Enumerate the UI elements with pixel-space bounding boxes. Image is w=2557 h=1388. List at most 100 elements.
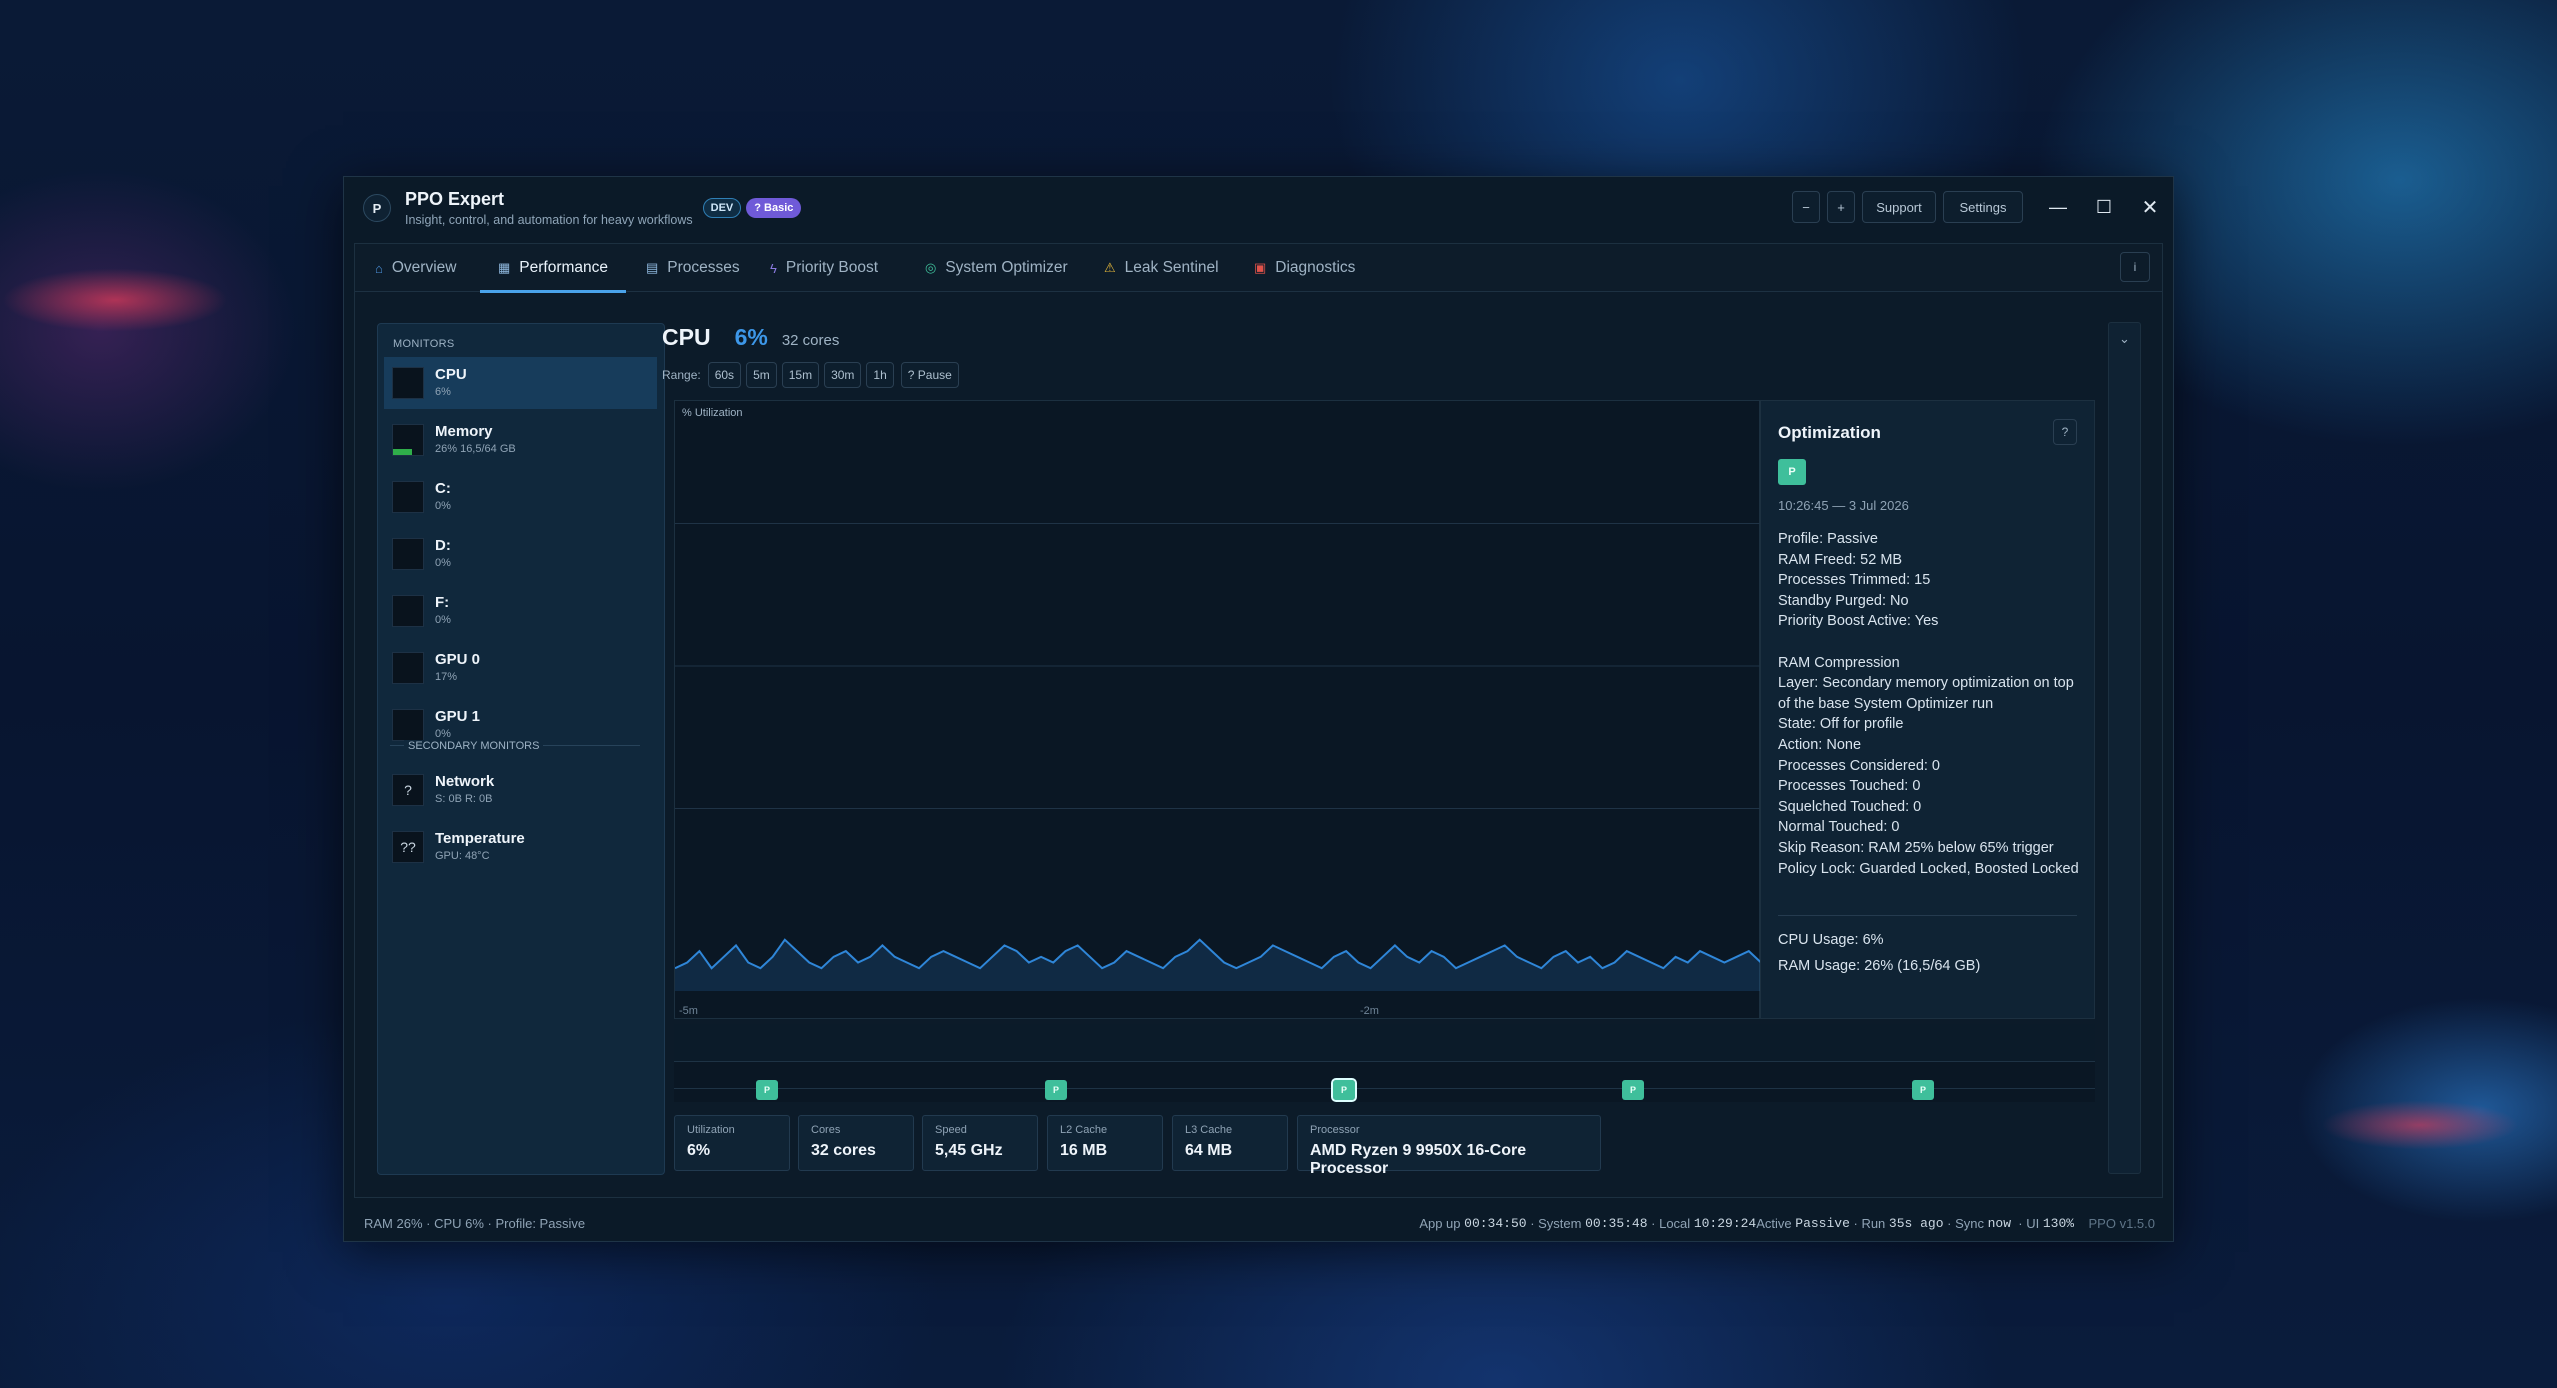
zoom-in-button[interactable]: +: [1827, 191, 1855, 223]
chevron-down-icon[interactable]: ⌄: [2109, 331, 2140, 347]
basic-badge[interactable]: ? Basic: [746, 198, 802, 218]
x-tick-label: -5m: [679, 1005, 698, 1017]
stat-value: 16 MB: [1060, 1142, 1108, 1159]
divider: [1778, 915, 2077, 916]
stat-value: 64 MB: [1185, 1142, 1233, 1159]
compression-line: Processes Touched: 0: [1778, 778, 1921, 795]
monitor-drive-d[interactable]: D: 0%: [384, 528, 657, 580]
sync-label: · Sync: [1947, 1215, 1984, 1231]
stat-value: 32 cores: [811, 1142, 876, 1159]
detail-line: Processes Trimmed: 15: [1778, 572, 1931, 589]
monitor-drive-c[interactable]: C: 0%: [384, 471, 657, 523]
stat-label: Utilization: [687, 1124, 735, 1136]
pause-button[interactable]: ? Pause: [900, 362, 959, 388]
tab-label: Priority Boost: [785, 259, 879, 276]
optimization-details: Profile: Passive RAM Freed: 52 MB Proces…: [1778, 529, 2083, 879]
document-icon: ▤: [646, 260, 659, 275]
title-controls: − + Support Settings — ☐ ✕: [1792, 191, 2173, 223]
monitor-gpu-0[interactable]: GPU 0 17%: [384, 642, 657, 694]
optimization-timestamp: 10:26:45 — 3 Jul 2026: [1778, 498, 1909, 513]
monitor-value: 17%: [435, 671, 458, 683]
stat-l3-cache: L3 Cache 64 MB: [1172, 1115, 1288, 1171]
x-tick-label: -2m: [1360, 1005, 1379, 1017]
detail-line: RAM Freed: 52 MB: [1778, 551, 1903, 568]
range-label: Range:: [662, 368, 701, 382]
app-title: PPO Expert: [405, 189, 505, 209]
optimization-marker[interactable]: P: [756, 1080, 778, 1100]
app-up-label: App up: [1419, 1215, 1461, 1231]
tab-label: Performance: [519, 259, 609, 276]
app-up-value: 00:34:50: [1464, 1215, 1527, 1231]
range-1h-button[interactable]: 1h: [866, 362, 894, 388]
optimization-marker[interactable]: P: [1912, 1080, 1934, 1100]
tab-label: Overview: [391, 259, 457, 276]
compression-line: Policy Lock: Guarded Locked, Boosted Loc…: [1778, 860, 2079, 877]
stat-value: 6%: [687, 1142, 711, 1159]
monitor-value: S: 0B R: 0B: [435, 793, 493, 805]
lightning-icon: ϟ: [770, 260, 777, 276]
tab-system-optimizer[interactable]: ◎ System Optimizer: [925, 244, 1068, 292]
temperature-icon: ??: [392, 831, 424, 863]
tab-performance[interactable]: ▦ Performance: [480, 244, 627, 293]
secondary-monitors-header: SECONDARY MONITORS: [404, 740, 544, 752]
optimization-panel: Optimization ? P 10:26:45 — 3 Jul 2026 P…: [1760, 400, 2095, 1019]
monitor-name: F:: [435, 594, 450, 611]
optimization-timeline: P P P P P: [674, 1024, 2095, 1102]
monitor-name: Network: [435, 773, 495, 790]
range-60s-button[interactable]: 60s: [707, 362, 742, 388]
minimize-button[interactable]: —: [2035, 191, 2081, 223]
tab-label: Leak Sentinel: [1124, 259, 1219, 276]
monitor-thumbnail: [392, 481, 424, 513]
system-label: · System: [1530, 1215, 1582, 1231]
cpu-usage-line: CPU Usage: 6%: [1778, 932, 1884, 948]
title-block: PPO Expert Insight, control, and automat…: [405, 189, 693, 227]
monitor-value: 0%: [435, 557, 451, 569]
app-subtitle: Insight, control, and automation for hea…: [405, 213, 693, 227]
settings-button[interactable]: Settings: [1943, 191, 2023, 223]
app-logo: P: [363, 194, 391, 222]
monitors-header: MONITORS: [393, 338, 455, 350]
stat-label: Speed: [935, 1124, 967, 1136]
optimization-marker[interactable]: P: [1622, 1080, 1644, 1100]
y-axis-label: % Utilization: [682, 407, 743, 419]
zoom-out-button[interactable]: −: [1792, 191, 1820, 223]
tab-overview[interactable]: ⌂ Overview: [375, 244, 456, 292]
monitor-name: GPU 1: [435, 708, 481, 725]
close-button[interactable]: ✕: [2127, 191, 2173, 223]
tab-leak-sentinel[interactable]: ⚠ Leak Sentinel: [1104, 244, 1219, 292]
cpu-line-chart-svg: % Utilization -5m -2m: [674, 407, 1762, 1017]
info-button[interactable]: i: [2120, 252, 2150, 282]
compression-line: Skip Reason: RAM 25% below 65% trigger: [1778, 839, 2054, 856]
tab-diagnostics[interactable]: ▣ Diagnostics: [1254, 244, 1355, 292]
compression-line: RAM Compression: [1778, 654, 1900, 671]
monitor-network[interactable]: ? Network S: 0B R: 0B: [384, 764, 657, 816]
optimization-help-button[interactable]: ?: [2053, 419, 2077, 445]
maximize-button[interactable]: ☐: [2081, 191, 2127, 223]
optimization-marker-selected[interactable]: P: [1331, 1078, 1357, 1102]
monitor-temperature[interactable]: ?? Temperature GPU: 48°C: [384, 821, 657, 873]
range-30m-button[interactable]: 30m: [824, 362, 862, 388]
monitor-title: CPU: [662, 324, 711, 350]
monitor-drive-f[interactable]: F: 0%: [384, 585, 657, 637]
timeline-axis: [674, 1088, 2095, 1089]
monitor-memory[interactable]: Memory 26% 16,5/64 GB: [384, 414, 657, 466]
collapse-strip[interactable]: ⌄: [2108, 322, 2141, 1174]
stat-processor: Processor AMD Ryzen 9 9950X 16-Core Proc…: [1297, 1115, 1601, 1177]
monitor-cpu[interactable]: CPU 6%: [384, 357, 657, 409]
optimization-marker[interactable]: P: [1045, 1080, 1067, 1100]
monitor-value: 0%: [435, 500, 451, 512]
dev-badge: DEV: [702, 198, 742, 218]
version-label: PPO v1.5.0: [2088, 1215, 2155, 1231]
compression-line: Processes Considered: 0: [1778, 757, 1940, 774]
tab-priority-boost[interactable]: ϟ Priority Boost: [770, 244, 878, 292]
monitor-name: D:: [435, 537, 451, 554]
range-5m-button[interactable]: 5m: [746, 362, 777, 388]
active-label: Active: [1756, 1215, 1792, 1231]
tab-processes[interactable]: ▤ Processes: [646, 244, 740, 292]
range-15m-button[interactable]: 15m: [781, 362, 820, 388]
status-right: App up 00:34:50 · System 00:35:48 · Loca…: [1419, 1216, 2155, 1231]
support-button[interactable]: Support: [1862, 191, 1936, 223]
tab-label: System Optimizer: [945, 259, 1068, 276]
tab-bar: ⌂ Overview ▦ Performance ▤ Processes ϟ Prior…: [355, 244, 2162, 293]
